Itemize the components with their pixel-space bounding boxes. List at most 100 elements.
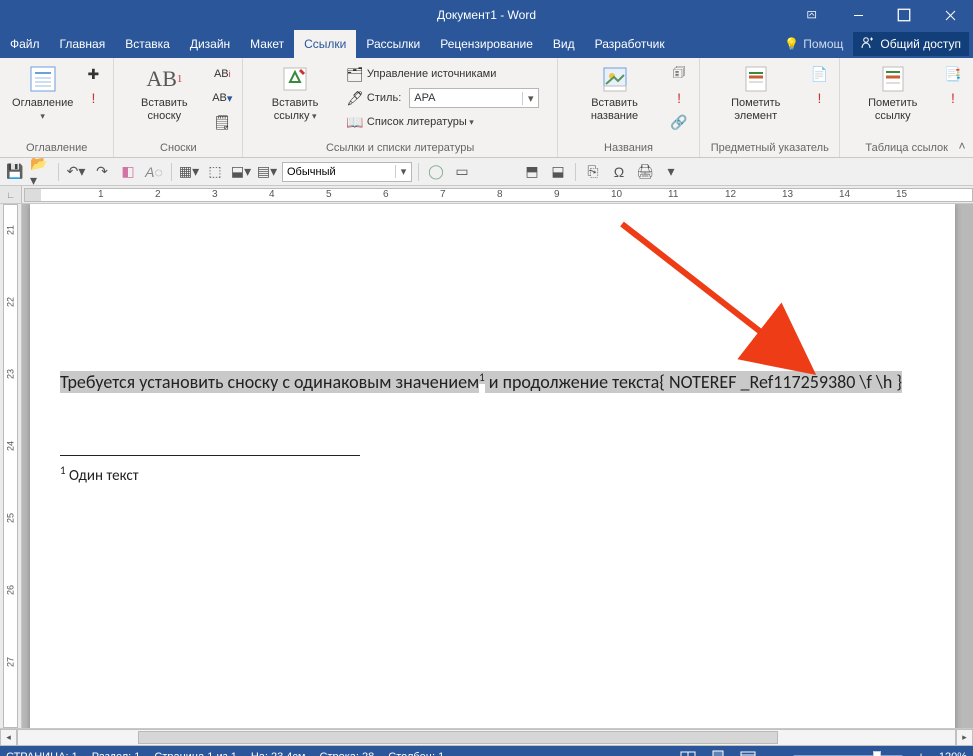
- save-icon[interactable]: 💾: [4, 161, 26, 183]
- tab-design[interactable]: Дизайн: [180, 30, 240, 58]
- style-combo-value: Обычный: [283, 166, 395, 178]
- insert-above-icon[interactable]: ⬒: [521, 161, 543, 183]
- undo-icon[interactable]: ↶▾: [65, 161, 87, 183]
- ruler-tick: 3: [212, 189, 218, 200]
- footnote-ref-1: 1: [479, 371, 485, 384]
- text-part-1: Требуется установить сноску с одинаковым…: [60, 371, 479, 393]
- insert-citation-button[interactable]: Вставить ссылку: [249, 61, 341, 124]
- page[interactable]: Требуется установить сноску с одинаковым…: [30, 204, 955, 728]
- insert-toa-button[interactable]: 📑: [941, 63, 965, 85]
- clear-formatting-icon[interactable]: A◌: [143, 161, 165, 183]
- tab-mailings[interactable]: Рассылки: [356, 30, 430, 58]
- close-button[interactable]: [927, 0, 973, 30]
- scroll-left-button[interactable]: ◂: [0, 729, 17, 746]
- insert-tof-button[interactable]: 🗊: [667, 63, 691, 85]
- tell-me[interactable]: 💡 Помощ: [778, 37, 849, 51]
- status-section[interactable]: Раздел: 1: [92, 751, 141, 756]
- zoom-value[interactable]: 120%: [939, 751, 967, 756]
- add-text-button[interactable]: ✚: [81, 63, 105, 85]
- document-canvas[interactable]: Требуется установить сноску с одинаковым…: [22, 204, 973, 728]
- bibliography-button[interactable]: 📖 Список литературы: [343, 111, 549, 133]
- zoom-out-button[interactable]: −: [768, 749, 784, 756]
- insert-endnote-button[interactable]: ABi: [210, 63, 234, 85]
- tab-developer[interactable]: Разработчик: [585, 30, 675, 58]
- update-tof-button[interactable]: !: [667, 87, 691, 109]
- tab-file[interactable]: Файл: [0, 30, 50, 58]
- ribbon-display-icon[interactable]: [789, 0, 835, 30]
- print-icon[interactable]: 🖨: [634, 161, 656, 183]
- text-part-2: и продолжение текста: [485, 371, 660, 393]
- zoom-in-button[interactable]: +: [913, 749, 929, 756]
- update-toc-button[interactable]: !: [81, 87, 105, 109]
- reading-view-icon[interactable]: [678, 749, 698, 756]
- mark-citation-button[interactable]: Пометить ссылку: [846, 61, 939, 124]
- table-props-icon[interactable]: ▤▾: [256, 161, 278, 183]
- maximize-button[interactable]: [881, 0, 927, 30]
- status-at[interactable]: На: 23,4см: [251, 751, 306, 756]
- manage-sources-button[interactable]: 🗂 Управление источниками: [343, 63, 549, 85]
- insert-index-icon: 📄: [811, 66, 827, 82]
- tab-view[interactable]: Вид: [543, 30, 585, 58]
- customize-qat-icon[interactable]: ▾: [660, 161, 682, 183]
- redo-icon[interactable]: ↷: [91, 161, 113, 183]
- status-column[interactable]: Столбец: 1: [388, 751, 444, 756]
- vruler-tick: 23: [6, 368, 16, 381]
- insert-table-icon[interactable]: ▦▾: [178, 161, 200, 183]
- eraser-icon[interactable]: ◧: [117, 161, 139, 183]
- share-icon: [861, 36, 874, 52]
- scroll-thumb[interactable]: [138, 731, 778, 744]
- citation-style-value: APA: [410, 92, 522, 104]
- update-index-icon: !: [811, 90, 827, 106]
- toc-button[interactable]: Оглавление: [6, 61, 79, 124]
- show-notes-button[interactable]: 🗒: [210, 111, 234, 133]
- open-icon[interactable]: 📂▾: [30, 161, 52, 183]
- tab-review[interactable]: Рецензирование: [430, 30, 543, 58]
- status-line[interactable]: Строка: 28: [320, 751, 375, 756]
- quick-access-toolbar: 💾 📂▾ ↶▾ ↷ ◧ A◌ ▦▾ ⬚ ⬓▾ ▤▾ Обычный ▾ ◯ ▭ …: [0, 158, 973, 186]
- insert-index-button[interactable]: 📄: [807, 63, 831, 85]
- update-toa-icon: !: [945, 90, 961, 106]
- scroll-track[interactable]: [17, 729, 956, 746]
- horizontal-scrollbar[interactable]: ◂ ▸: [0, 728, 973, 745]
- status-page-of[interactable]: Страница 1 из 1: [154, 751, 236, 756]
- manage-sources-label: Управление источниками: [367, 68, 496, 80]
- group-citations: Вставить ссылку 🗂 Управление источниками…: [243, 58, 558, 157]
- horizontal-ruler[interactable]: ∟ 123456789101112131415: [0, 186, 973, 204]
- symbol-icon[interactable]: Ω: [608, 161, 630, 183]
- rectangle-icon[interactable]: ▭: [451, 161, 473, 183]
- update-toa-button[interactable]: !: [941, 87, 965, 109]
- footnote-text[interactable]: 1 Один текст: [60, 464, 925, 485]
- minimize-button[interactable]: [835, 0, 881, 30]
- print-layout-icon[interactable]: [708, 749, 728, 756]
- next-footnote-button[interactable]: AB▾: [210, 87, 234, 109]
- update-index-button[interactable]: !: [807, 87, 831, 109]
- page-break-icon[interactable]: ⎘: [582, 161, 604, 183]
- tab-references[interactable]: Ссылки: [294, 30, 356, 58]
- body-text[interactable]: Требуется установить сноску с одинаковым…: [60, 369, 925, 395]
- merge-cells-icon[interactable]: ⬚: [204, 161, 226, 183]
- insert-footnote-button[interactable]: AB1 Вставить сноску: [120, 61, 208, 124]
- share-button[interactable]: Общий доступ: [853, 32, 969, 56]
- group-toa-caption: Таблица ссылок: [846, 140, 967, 157]
- group-footnotes: AB1 Вставить сноску ABi AB▾ 🗒 Сноски: [114, 58, 243, 157]
- insert-below-icon[interactable]: ⬓: [547, 161, 569, 183]
- mark-entry-button[interactable]: Пометить элемент: [706, 61, 805, 124]
- split-cells-icon[interactable]: ⬓▾: [230, 161, 252, 183]
- collapse-ribbon-icon[interactable]: ˄: [953, 137, 971, 155]
- style-combo[interactable]: Обычный ▾: [282, 162, 412, 182]
- cross-reference-button[interactable]: 🔗: [667, 111, 691, 133]
- tab-insert[interactable]: Вставка: [115, 30, 180, 58]
- status-page[interactable]: СТРАНИЦА: 1: [6, 751, 78, 756]
- tab-home[interactable]: Главная: [50, 30, 116, 58]
- insert-citation-label: Вставить ссылку: [253, 97, 337, 122]
- vertical-ruler[interactable]: 21222324252627: [0, 204, 22, 728]
- citation-style-combo[interactable]: APA ▾: [409, 88, 539, 108]
- insert-caption-button[interactable]: Вставить название: [564, 61, 665, 124]
- footnote-icon: AB1: [148, 63, 180, 95]
- tab-selector[interactable]: ∟: [0, 186, 22, 204]
- web-layout-icon[interactable]: [738, 749, 758, 756]
- circle-icon[interactable]: ◯: [425, 161, 447, 183]
- tab-layout[interactable]: Макет: [240, 30, 294, 58]
- scroll-right-button[interactable]: ▸: [956, 729, 973, 746]
- zoom-knob[interactable]: [873, 751, 881, 756]
